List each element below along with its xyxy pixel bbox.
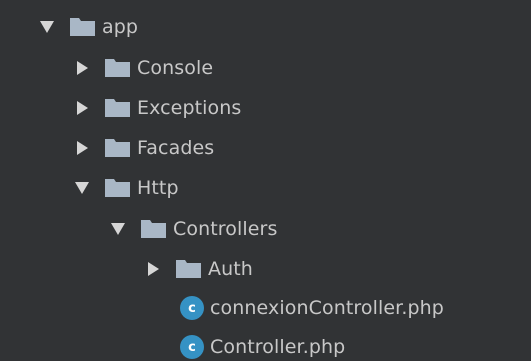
chevron-right-icon[interactable]: [144, 260, 162, 278]
chevron-right-icon[interactable]: [73, 99, 91, 117]
chevron-down-icon[interactable]: [73, 179, 91, 197]
tree-item-label: Facades: [137, 137, 215, 159]
tree-item-label: Http: [137, 177, 179, 199]
tree-row-controller[interactable]: c Controller.php: [0, 327, 531, 361]
tree-row-controllers[interactable]: Controllers: [0, 209, 531, 249]
tree-item-label: app: [102, 16, 139, 38]
tree-row-auth[interactable]: Auth: [0, 249, 531, 289]
tree-item-label: Controller.php: [210, 336, 346, 358]
tree-item-label: Auth: [208, 258, 253, 280]
folder-icon: [105, 139, 130, 157]
tree-row-app[interactable]: app: [0, 7, 531, 47]
folder-icon: [105, 59, 130, 77]
tree-row-exceptions[interactable]: Exceptions: [0, 88, 531, 128]
folder-icon: [176, 260, 201, 278]
tree-item-label: Controllers: [173, 218, 278, 240]
tree-row-connexion-controller[interactable]: c connexionController.php: [0, 288, 531, 328]
chevron-down-icon[interactable]: [109, 220, 127, 238]
tree-row-console[interactable]: Console: [0, 48, 531, 88]
folder-icon: [105, 99, 130, 117]
folder-icon: [141, 220, 166, 238]
chevron-down-icon[interactable]: [38, 18, 56, 36]
tree-item-label: Console: [137, 57, 214, 79]
folder-icon: [105, 179, 130, 197]
tree-row-facades[interactable]: Facades: [0, 128, 531, 168]
project-tree: app Console Exceptions Facades Http Cont…: [0, 0, 531, 361]
chevron-right-icon[interactable]: [73, 59, 91, 77]
tree-item-label: Exceptions: [137, 97, 242, 119]
php-class-icon: c: [180, 296, 204, 320]
chevron-right-icon[interactable]: [73, 139, 91, 157]
tree-item-label: connexionController.php: [210, 297, 444, 319]
php-class-icon: c: [180, 335, 204, 359]
tree-row-http[interactable]: Http: [0, 168, 531, 208]
folder-icon: [70, 18, 95, 36]
